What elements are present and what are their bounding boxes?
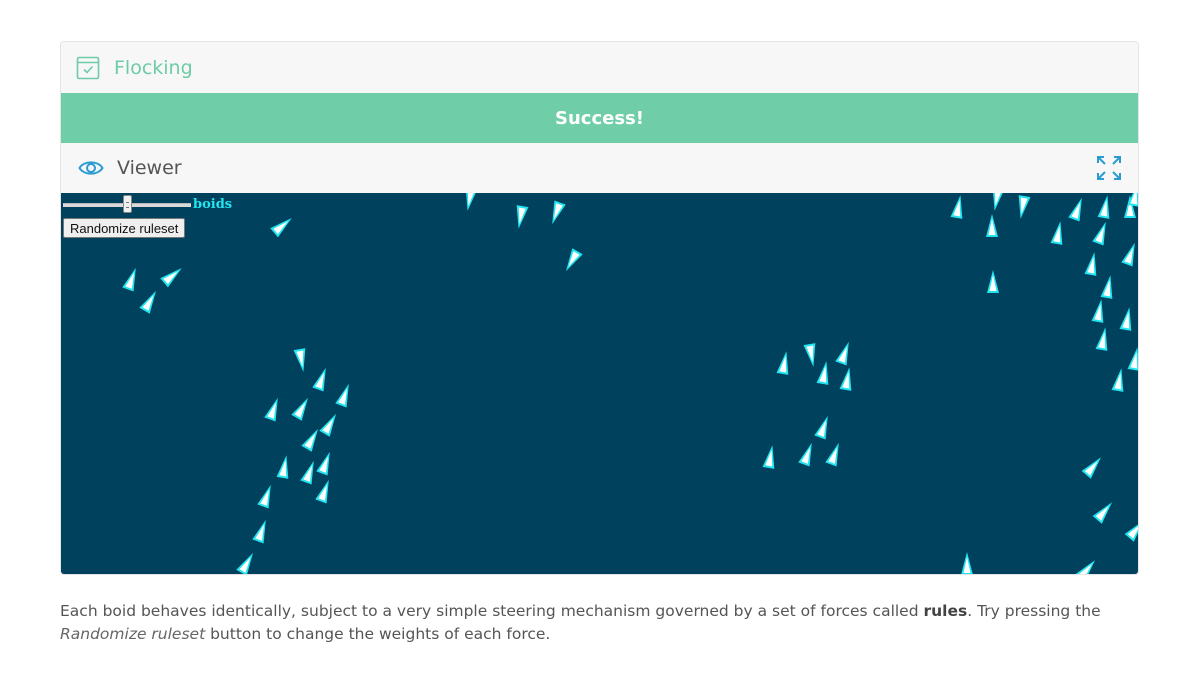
flocking-card: Flocking Success! Viewer boids Randomize…	[60, 41, 1139, 575]
boids-layer	[122, 193, 1138, 574]
boid	[1075, 560, 1095, 574]
slider-label: boids	[193, 196, 233, 212]
boid	[300, 460, 314, 485]
boid	[1068, 197, 1082, 222]
boid	[301, 428, 318, 452]
boid	[516, 205, 529, 229]
boid	[961, 552, 973, 574]
boid	[122, 267, 136, 292]
boid	[798, 442, 812, 467]
boid	[1095, 327, 1108, 351]
boid	[1092, 221, 1106, 246]
boid	[1091, 299, 1104, 323]
boid	[293, 348, 306, 372]
eye-icon	[78, 161, 104, 175]
simulation-controls: boids Randomize ruleset	[63, 195, 232, 238]
boid	[1124, 520, 1138, 542]
description: Each boid behaves identically, subject t…	[60, 600, 1140, 646]
boid	[291, 397, 308, 421]
boid	[825, 442, 839, 467]
boid	[1111, 368, 1124, 392]
description-text-2: . Try pressing the	[967, 602, 1101, 620]
boid	[987, 270, 999, 293]
boid	[257, 484, 271, 509]
boids-slider[interactable]	[63, 195, 191, 213]
boid	[835, 341, 849, 366]
boid	[465, 193, 478, 211]
boid	[762, 445, 775, 469]
boid	[335, 383, 349, 408]
description-italic: Randomize ruleset	[60, 625, 206, 643]
boid	[1121, 242, 1135, 267]
boid	[816, 361, 829, 385]
boid	[139, 290, 156, 314]
boid	[776, 351, 789, 375]
boid	[839, 367, 852, 391]
card-title: Flocking	[114, 56, 193, 79]
randomize-ruleset-button[interactable]: Randomize ruleset	[63, 218, 186, 238]
boid	[319, 413, 336, 437]
boid	[1084, 252, 1097, 276]
viewer-header: Viewer	[61, 143, 1138, 193]
boid	[1018, 195, 1031, 219]
viewer-title: Viewer	[117, 157, 182, 179]
slider-thumb[interactable]	[123, 195, 132, 213]
boid	[312, 367, 326, 392]
boid	[803, 343, 816, 367]
boid	[1119, 307, 1132, 331]
simulation-canvas[interactable]: boids Randomize ruleset	[61, 193, 1138, 574]
card-header: Flocking	[61, 42, 1138, 93]
boid	[160, 268, 182, 288]
boid	[252, 519, 266, 544]
boid	[276, 455, 289, 479]
description-bold: rules	[923, 602, 968, 620]
expand-icon[interactable]	[1096, 155, 1122, 181]
success-banner: Success!	[61, 93, 1138, 143]
boid	[566, 248, 583, 272]
description-text-1: Each boid behaves identically, subject t…	[60, 602, 924, 620]
boid	[315, 479, 329, 504]
boid	[992, 193, 1005, 211]
boid	[1100, 275, 1113, 299]
description-text-3: button to change the weights of each for…	[205, 625, 551, 643]
boid	[814, 415, 828, 440]
checkbox-icon	[76, 56, 100, 79]
boid	[1092, 502, 1112, 524]
boid	[1097, 195, 1110, 219]
boid	[1127, 347, 1138, 371]
boid	[270, 218, 292, 238]
boid	[552, 200, 566, 225]
boid	[316, 451, 330, 476]
boid	[236, 552, 253, 574]
boid	[264, 397, 278, 422]
boid	[986, 214, 998, 237]
boid	[950, 195, 963, 219]
boid	[1081, 457, 1101, 479]
boid	[1050, 221, 1063, 245]
